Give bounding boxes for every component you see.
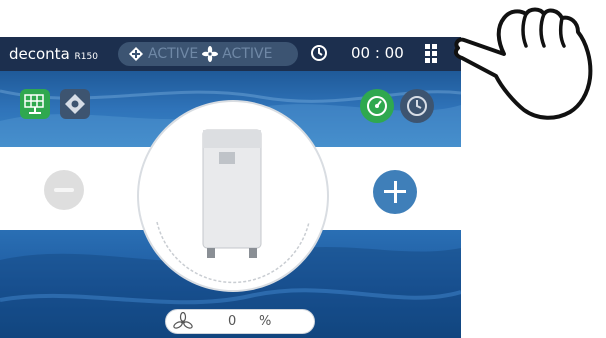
pointing-hand-icon (453, 7, 593, 120)
fan-status-icon (202, 46, 219, 62)
device-illustration (156, 129, 310, 284)
fan-speed-unit: % (259, 314, 272, 329)
status-text-1: ACTIVE (148, 46, 199, 62)
diamond-arrows-icon (129, 47, 143, 61)
solar-mode-button[interactable] (20, 89, 50, 119)
brand-model: R150 (74, 52, 98, 62)
solar-panel-icon (24, 94, 44, 114)
gauge-button[interactable] (360, 89, 394, 123)
timer-display[interactable]: 00 : 00 (351, 44, 404, 62)
gauge-icon (367, 96, 387, 116)
timer-button[interactable] (400, 89, 434, 123)
grid-menu-icon[interactable] (424, 43, 446, 65)
status-text-2: ACTIVE (222, 46, 273, 62)
clock-icon[interactable] (310, 44, 328, 62)
fan-speed-display: 0 % (165, 309, 315, 334)
status-indicator: ACTIVE ACTIVE (118, 42, 298, 66)
minus-icon (54, 188, 74, 192)
fan-speed-value: 0 (228, 314, 237, 329)
top-status-bar: deconta R150 ACTIVE ACTIVE 00 : 00 (0, 37, 461, 71)
increase-button[interactable] (373, 170, 417, 214)
direction-button[interactable] (60, 89, 90, 119)
brand-label: deconta R150 (9, 45, 98, 63)
timer-icon (407, 96, 427, 116)
device-dial (139, 102, 327, 290)
directional-arrows-icon (65, 94, 85, 114)
decrease-button[interactable] (44, 170, 84, 210)
fan-icon (173, 312, 193, 329)
brand-name: deconta (9, 45, 70, 63)
